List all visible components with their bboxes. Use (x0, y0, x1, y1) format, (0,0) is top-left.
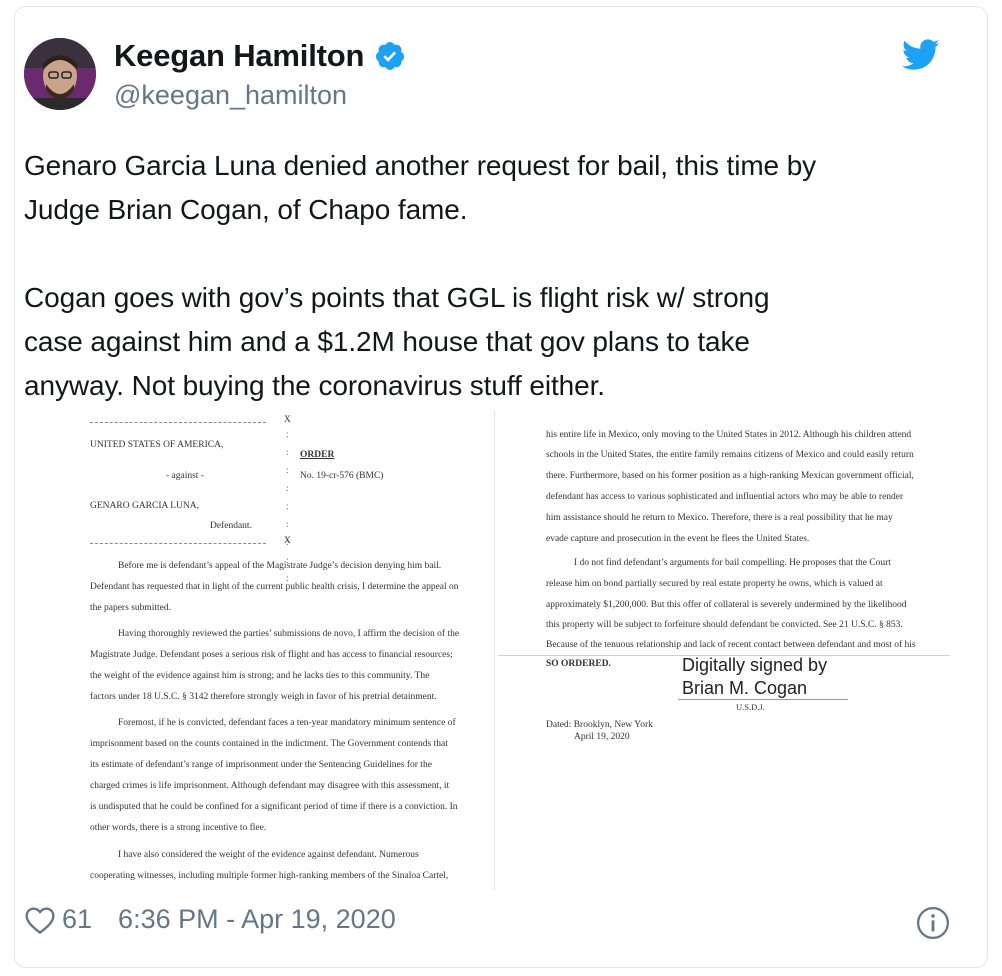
heart-icon[interactable] (24, 905, 56, 935)
doc-line: the weight of the evidence against him i… (90, 671, 430, 681)
doc-line: his entire life in Mexico, only moving t… (546, 430, 912, 440)
doc-line: there. Furthermore, based on his former … (546, 471, 914, 481)
doc-line: Magistrate Judge. Defendant poses a seri… (90, 650, 453, 660)
user-handle[interactable]: @keegan_hamilton (114, 80, 347, 111)
twitter-bird-icon[interactable] (902, 38, 940, 72)
doc-line: release him on bond partially secured by… (546, 579, 883, 589)
doc-line: Before me is defendant’s appeal of the M… (118, 561, 442, 571)
tweet-text: Genaro Garcia Luna denied another reques… (24, 150, 817, 401)
signature-line-2: Brian M. Cogan (682, 678, 808, 698)
doc-line: Having thoroughly reviewed the parties’ … (118, 629, 460, 639)
doc-line: him assistance should he return to Mexic… (546, 513, 893, 523)
order-title: ORDER (300, 450, 335, 460)
page-divider (494, 410, 495, 890)
avatar-image (24, 38, 96, 110)
dated-date: April 19, 2020 (574, 732, 630, 742)
doc-line: is undisputed that he could be confined … (90, 802, 458, 812)
signature-rule (678, 699, 848, 700)
timestamp[interactable]: 6:36 PM - Apr 19, 2020 (118, 904, 396, 935)
so-ordered: SO ORDERED. (546, 659, 611, 669)
doc-line: the papers submitted. (90, 603, 171, 613)
doc-line: cooperating witnesses, including multipl… (90, 871, 449, 881)
doc-line: Because of the tenuous relationship and … (546, 640, 916, 650)
doc-line: evade capture and prosecution in the eve… (546, 534, 810, 544)
doc-line: Foremost, if he is convicted, defendant … (118, 718, 456, 728)
usdj-label: U.S.D.J. (736, 702, 765, 712)
verified-badge-icon (376, 42, 405, 70)
display-name[interactable]: Keegan Hamilton (114, 38, 364, 74)
document-page-2: his entire life in Mexico, only moving t… (498, 410, 950, 890)
doc-line: this property will be subject to forfeit… (546, 620, 903, 630)
caption-rule-bottom (90, 543, 266, 544)
tweet-footer: 61 6:36 PM - Apr 19, 2020 (24, 904, 396, 935)
caption-defendant: Defendant. (210, 521, 252, 531)
doc-line: charged crimes is life imprisonment. Alt… (90, 781, 450, 791)
doc-line: factors under 18 U.S.C. § 3142 therefore… (90, 692, 437, 702)
case-number: No. 19-cr-576 (BMC) (300, 471, 384, 481)
avatar[interactable] (24, 38, 96, 110)
caption-party-1: UNITED STATES OF AMERICA, (90, 440, 224, 450)
doc-line: its estimate of defendant’s range of imp… (90, 760, 432, 770)
doc-line: other words, there is a strong incentive… (90, 823, 267, 833)
caption-party-2: GENARO GARCIA LUNA, (90, 501, 199, 511)
caption-rule-top (90, 422, 266, 423)
doc-line: defendant has access to various sophisti… (546, 492, 904, 502)
caption-x-top: X (284, 415, 291, 425)
author-row: Keegan Hamilton (114, 38, 406, 74)
doc-line: imprisonment based on the counts contain… (90, 739, 448, 749)
caption-against: - against - (166, 471, 204, 481)
like-count[interactable]: 61 (62, 904, 92, 935)
attached-image[interactable]: X UNITED STATES OF AMERICA, - against - … (24, 410, 950, 890)
doc-line: Defendant has requested that in light of… (90, 582, 459, 592)
doc-line: approximately $1,200,000. But this offer… (546, 600, 907, 610)
info-icon[interactable] (916, 906, 950, 940)
doc-line: I have also considered the weight of the… (118, 850, 419, 860)
doc-line: schools in the United States, the entire… (546, 450, 914, 460)
doc-line: I do not find defendant’s arguments for … (574, 558, 891, 568)
document-page-1: X UNITED STATES OF AMERICA, - against - … (24, 410, 494, 890)
dated-location: Dated: Brooklyn, New York (546, 720, 653, 730)
signature-line-1: Digitally signed by (682, 655, 828, 675)
